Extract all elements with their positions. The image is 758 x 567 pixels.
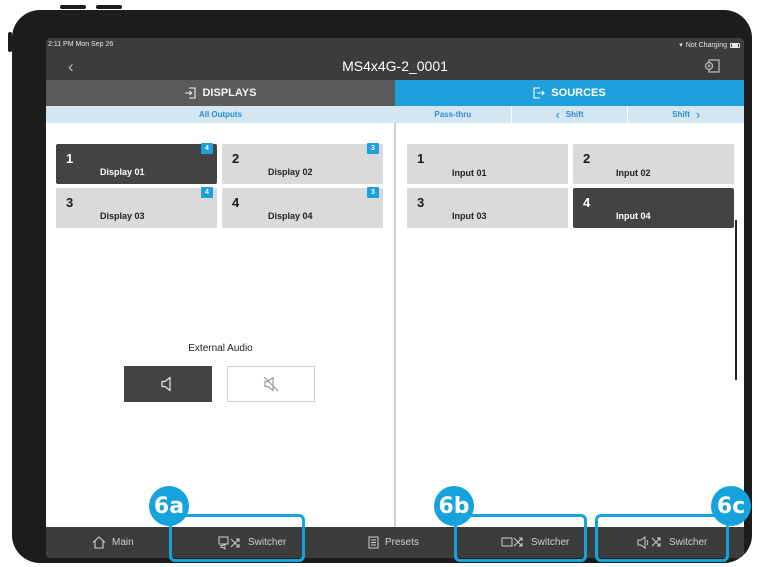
display-badge: 3	[367, 143, 379, 154]
sources-icon	[533, 87, 546, 99]
display-badge: 4	[201, 143, 213, 154]
page-title: MS4x4G-2_0001	[342, 58, 448, 74]
display-tile-2[interactable]: 2 Display 02 3	[222, 143, 383, 184]
source-number: 1	[417, 151, 425, 166]
speaker-muted-icon	[263, 376, 279, 392]
tablet-frame: 2:11 PM Mon Sep 26 ▾ Not Charging ‹ MS4x…	[12, 10, 752, 563]
display-number: 3	[66, 195, 74, 210]
source-tile-4[interactable]: 4 Input 04	[573, 188, 734, 228]
display-tile-4[interactable]: 4 Display 04 3	[222, 187, 383, 228]
display-number: 1	[66, 151, 74, 166]
all-outputs-button[interactable]: All Outputs	[46, 106, 395, 123]
callout-box-6c	[595, 514, 729, 562]
display-label: Display 04	[268, 211, 313, 221]
source-number: 3	[417, 195, 425, 210]
displays-icon	[185, 87, 197, 99]
display-tile-1[interactable]: 1 Display 01 4	[56, 143, 217, 184]
shift-left-button[interactable]: ‹ Shift	[510, 106, 628, 123]
passthru-label: Pass-thru	[434, 110, 472, 119]
shift-left-label: Shift	[565, 110, 584, 119]
audio-unmute-button[interactable]	[124, 366, 212, 402]
shift-right-button[interactable]: Shift ›	[627, 106, 744, 123]
exit-icon[interactable]	[704, 58, 720, 74]
display-label: Display 02	[268, 167, 313, 177]
speaker-icon	[161, 376, 171, 392]
display-tile-3[interactable]: 3 Display 03 4	[56, 187, 217, 228]
charging-status: Not Charging	[685, 41, 727, 49]
tab-displays-label: DISPLAYS	[202, 87, 257, 99]
nav-presets[interactable]: Presets	[368, 527, 419, 558]
home-icon	[92, 536, 106, 549]
audio-mute-button[interactable]	[227, 366, 315, 402]
callout-tag-6b: 6b	[434, 486, 474, 526]
app-screen: 2:11 PM Mon Sep 26 ▾ Not Charging ‹ MS4x…	[46, 38, 744, 558]
chevron-right-icon: ›	[695, 107, 701, 122]
source-tile-1[interactable]: 1 Input 01	[407, 144, 568, 184]
source-label: Input 03	[452, 211, 487, 221]
display-number: 2	[232, 151, 240, 166]
display-badge: 3	[367, 187, 379, 198]
display-badge: 4	[201, 187, 213, 198]
tab-sources[interactable]: SOURCES	[395, 80, 744, 106]
battery-icon	[730, 42, 740, 48]
shift-right-label: Shift	[672, 110, 690, 119]
title-bar: ‹ MS4x4G-2_0001	[46, 52, 744, 80]
source-label: Input 01	[452, 168, 487, 178]
status-bar: 2:11 PM Mon Sep 26 ▾ Not Charging	[46, 38, 744, 52]
callout-tag-6a: 6a	[149, 486, 189, 526]
source-number: 2	[583, 151, 591, 166]
nav-main-label: Main	[112, 537, 134, 548]
sources-subbar: Pass-thru ‹ Shift Shift ›	[395, 106, 744, 123]
status-indicators: ▾ Not Charging	[679, 41, 740, 49]
source-label: Input 02	[616, 168, 651, 178]
wifi-icon: ▾	[679, 42, 683, 49]
callout-tag-6c: 6c	[711, 486, 751, 526]
display-label: Display 01	[100, 167, 145, 177]
tab-displays[interactable]: DISPLAYS	[46, 80, 395, 106]
status-time: 2:11 PM Mon Sep 26	[48, 41, 114, 48]
passthru-button[interactable]: Pass-thru	[395, 106, 511, 123]
panel-divider	[394, 123, 396, 527]
display-number: 4	[232, 195, 240, 210]
volume-up-button	[60, 5, 86, 9]
source-tile-2[interactable]: 2 Input 02	[573, 144, 734, 184]
nav-presets-label: Presets	[385, 537, 419, 548]
nav-main[interactable]: Main	[92, 527, 134, 558]
callout-box-6a	[169, 514, 305, 562]
source-tile-3[interactable]: 3 Input 03	[407, 188, 568, 228]
tab-sources-label: SOURCES	[551, 87, 606, 99]
display-label: Display 03	[100, 211, 145, 221]
callout-box-6b	[454, 514, 587, 562]
source-label: Input 04	[616, 211, 651, 221]
presets-icon	[368, 536, 379, 549]
volume-down-button	[96, 5, 122, 9]
external-audio-label: External Audio	[188, 343, 253, 354]
scrollbar[interactable]	[735, 220, 737, 380]
source-number: 4	[583, 195, 591, 210]
chevron-left-icon: ‹	[555, 107, 560, 122]
